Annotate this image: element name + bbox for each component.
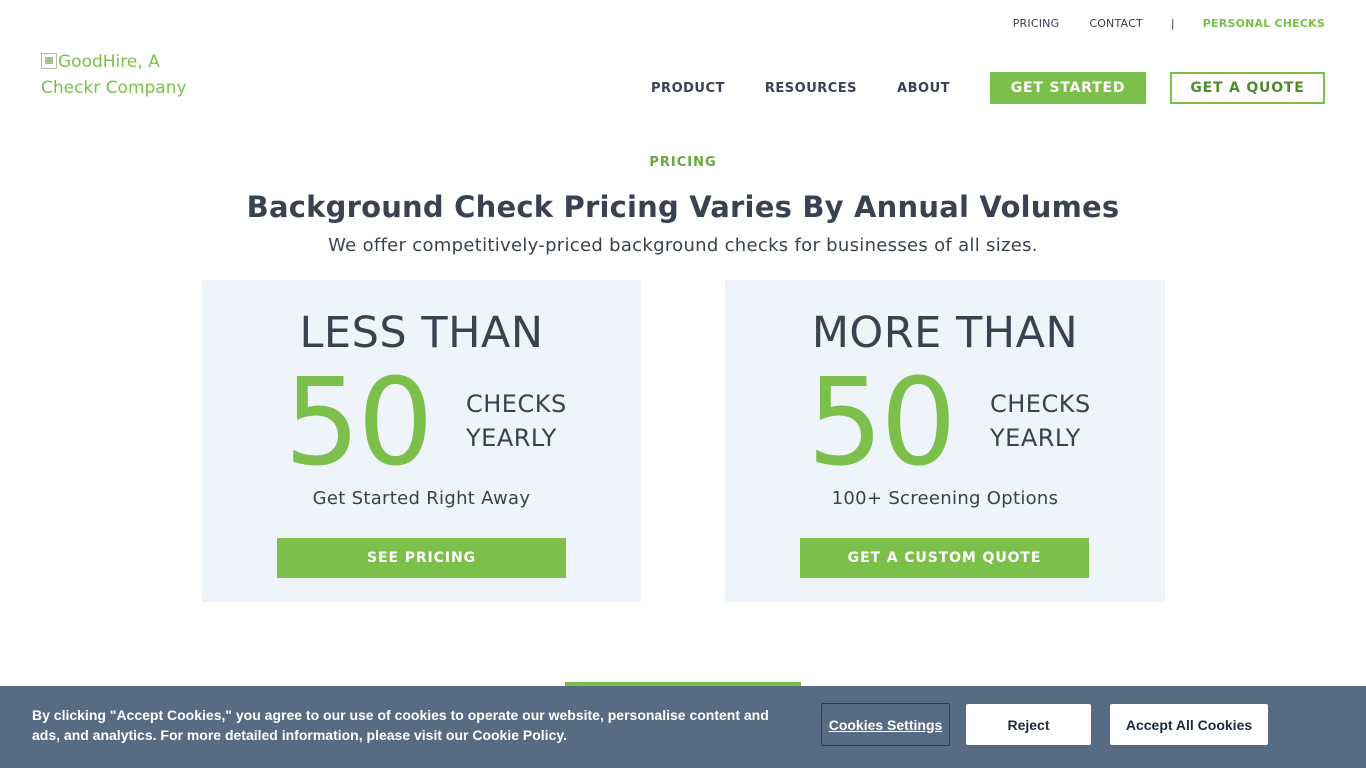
card-unit-line1: CHECKS: [990, 390, 1091, 418]
get-quote-button[interactable]: GET A QUOTE: [1170, 72, 1325, 104]
card-unit-line1: CHECKS: [466, 390, 567, 418]
see-pricing-button[interactable]: SEE PRICING: [277, 538, 566, 578]
card-heading: LESS THAN: [299, 308, 544, 358]
logo[interactable]: GoodHire, A Checkr Company: [41, 49, 191, 101]
page-subtitle: We offer competitively-priced background…: [328, 235, 1038, 256]
card-unit-line2: YEARLY: [990, 424, 1081, 452]
cookie-settings-button[interactable]: Cookies Settings: [821, 703, 950, 746]
cookie-banner: By clicking "Accept Cookies," you agree …: [0, 686, 1366, 768]
utility-nav: PRICING CONTACT | PERSONAL CHECKS: [1013, 16, 1325, 30]
utility-link-contact[interactable]: CONTACT: [1089, 17, 1143, 30]
broken-image-icon: [41, 53, 57, 69]
card-unit: CHECKS YEARLY: [990, 387, 1091, 455]
card-heading: MORE THAN: [811, 308, 1079, 358]
section-eyebrow: PRICING: [649, 155, 717, 170]
card-description: Get Started Right Away: [312, 488, 531, 509]
page-title: Background Check Pricing Varies By Annua…: [246, 190, 1120, 224]
card-unit: CHECKS YEARLY: [466, 387, 567, 455]
custom-quote-button[interactable]: GET A CUSTOM QUOTE: [800, 538, 1089, 578]
reject-cookies-button[interactable]: Reject: [966, 704, 1091, 745]
logo-alt-text: GoodHire, A Checkr Company: [41, 52, 187, 98]
cookie-banner-text: By clicking "Accept Cookies," you agree …: [32, 707, 769, 743]
nav-link-about[interactable]: ABOUT: [897, 81, 950, 96]
accept-cookies-button[interactable]: Accept All Cookies: [1110, 704, 1268, 745]
pricing-card-large-volume: MORE THAN 50 CHECKS YEARLY 100+ Screenin…: [725, 280, 1165, 602]
pricing-card-small-volume: LESS THAN 50 CHECKS YEARLY Get Started R…: [202, 280, 641, 602]
nav-link-resources[interactable]: RESOURCES: [765, 81, 857, 96]
card-number: 50: [284, 354, 434, 493]
utility-link-pricing[interactable]: PRICING: [1013, 17, 1060, 30]
card-description: 100+ Screening Options: [831, 488, 1059, 509]
card-number: 50: [807, 354, 957, 493]
utility-link-personal-checks[interactable]: PERSONAL CHECKS: [1203, 17, 1325, 30]
main-nav: PRODUCT RESOURCES ABOUT GET STARTED GET …: [651, 72, 1325, 104]
card-unit-line2: YEARLY: [466, 424, 557, 452]
nav-link-product[interactable]: PRODUCT: [651, 81, 725, 96]
get-started-button[interactable]: GET STARTED: [990, 72, 1146, 104]
utility-separator: |: [1170, 16, 1175, 30]
